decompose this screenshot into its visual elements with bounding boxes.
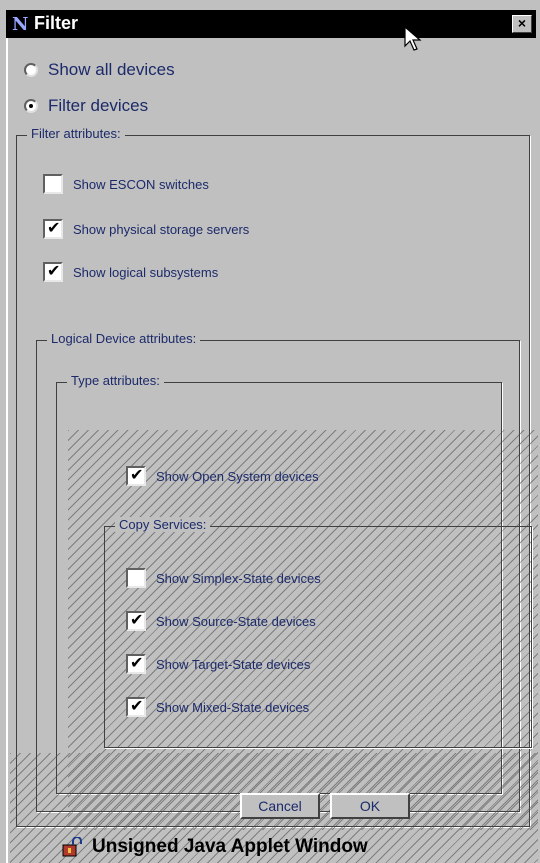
- checkbox-show-escon-switches[interactable]: Show ESCON switches: [43, 174, 209, 194]
- checkbox[interactable]: [43, 261, 63, 282]
- checkbox-show-physical-storage-servers[interactable]: Show physical storage servers: [43, 218, 250, 239]
- checkbox-label: Show Open System devices: [156, 468, 319, 484]
- radio-filter-devices[interactable]: Filter devices: [24, 96, 148, 116]
- checkbox-label: Show Simplex-State devices: [156, 570, 321, 586]
- checkbox[interactable]: [126, 465, 146, 486]
- checkbox-show-target-state-devices[interactable]: Show Target-State devices: [126, 653, 311, 674]
- radio-button[interactable]: [24, 63, 38, 77]
- checkbox-label: Show Mixed-State devices: [156, 699, 310, 715]
- netscape-n-icon: N: [12, 14, 29, 35]
- checkbox[interactable]: [126, 696, 146, 717]
- window-title: Filter: [34, 13, 79, 33]
- status-bar: Unsigned Java Applet Window: [62, 831, 540, 863]
- radio-button[interactable]: [24, 99, 38, 113]
- checkbox[interactable]: [43, 174, 63, 194]
- checkbox-label: Show logical subsystems: [73, 264, 219, 280]
- checkbox-label: Show physical storage servers: [73, 221, 250, 237]
- group-legend: Filter attributes:: [27, 126, 125, 141]
- checkbox-label: Show ESCON switches: [73, 176, 209, 192]
- status-text: Unsigned Java Applet Window: [92, 836, 368, 857]
- radio-label: Show all devices: [48, 60, 175, 79]
- checkbox-label: Show Target-State devices: [156, 656, 311, 672]
- group-legend: Type attributes:: [67, 373, 164, 388]
- title-bar: N Filter ×: [6, 10, 536, 38]
- radio-show-all-devices[interactable]: Show all devices: [24, 60, 175, 80]
- checkbox-label: Show Source-State devices: [156, 613, 316, 629]
- checkbox-show-logical-subsystems[interactable]: Show logical subsystems: [43, 261, 219, 282]
- radio-label: Filter devices: [48, 96, 149, 115]
- cancel-button[interactable]: Cancel: [240, 793, 320, 819]
- filter-dialog: Show all devices Filter devices Filter a…: [6, 38, 538, 863]
- unlocked-padlock-icon: [62, 837, 82, 857]
- checkbox[interactable]: [43, 218, 63, 239]
- checkbox[interactable]: [126, 568, 146, 588]
- mouse-cursor-icon: [404, 26, 422, 51]
- group-legend: Logical Device attributes:: [47, 331, 201, 346]
- checkbox[interactable]: [126, 653, 146, 674]
- checkbox-show-simplex-state-devices[interactable]: Show Simplex-State devices: [126, 568, 321, 588]
- ok-button[interactable]: OK: [330, 793, 410, 819]
- checkbox-show-open-system-devices[interactable]: Show Open System devices: [126, 465, 319, 486]
- checkbox[interactable]: [126, 610, 146, 631]
- checkbox-show-source-state-devices[interactable]: Show Source-State devices: [126, 610, 316, 631]
- close-icon: ×: [517, 15, 527, 31]
- group-legend: Copy Services:: [115, 517, 211, 532]
- checkbox-show-mixed-state-devices[interactable]: Show Mixed-State devices: [126, 696, 310, 717]
- close-button[interactable]: ×: [512, 15, 532, 33]
